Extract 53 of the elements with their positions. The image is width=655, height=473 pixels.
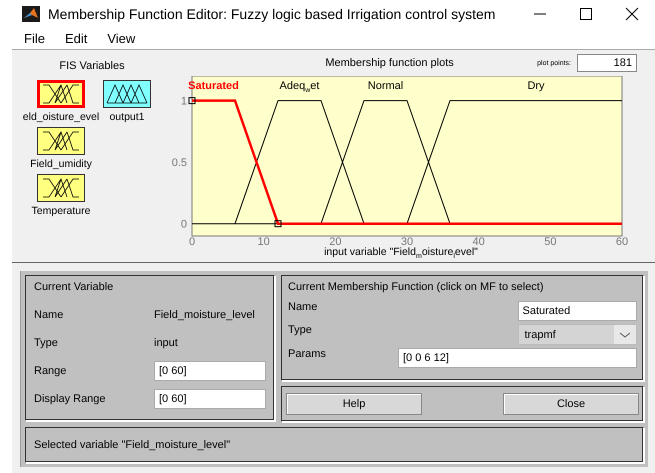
x-tick-label: 20 [329, 236, 342, 246]
dialog-button[interactable]: Close [503, 393, 639, 415]
x-tick-label: 50 [544, 236, 556, 246]
membership-function-label[interactable]: Dry [527, 80, 545, 92]
panel-title: Current Variable [34, 281, 114, 293]
membership-function-label[interactable]: Adeq$_{w}$et [280, 80, 320, 94]
input-variable-icon[interactable] [37, 80, 85, 108]
plot-points-field[interactable]: 181 [577, 54, 637, 72]
menu-item[interactable]: Edit [64, 28, 88, 48]
y-tick-label: 0 [180, 218, 187, 231]
type-dropdown[interactable]: trapmf [518, 324, 637, 345]
field-label: Params [288, 348, 327, 362]
x-tick-label: 60 [616, 236, 628, 246]
input-variable-icon[interactable] [36, 127, 85, 155]
membership-function-label[interactable]: Saturated [188, 80, 239, 92]
variable-label: output1 [109, 111, 145, 123]
membership-function-label[interactable]: Normal [368, 80, 404, 92]
membership-curve[interactable] [320, 100, 450, 224]
x-tick-label: 30 [400, 236, 414, 246]
x-tick-label: 0 [188, 236, 196, 246]
range-field[interactable]: [0 60] [154, 389, 266, 409]
field-label: Type [288, 324, 313, 338]
y-tick-label: 1 [180, 96, 187, 108]
field-label: Type [34, 336, 59, 351]
field-value: Field_moisture_level [154, 309, 255, 321]
window-title: Membership Function Editor: Fuzzy logic based Irrigation control system [48, 6, 496, 22]
membership-curve[interactable] [234, 100, 364, 224]
field-label: Name [34, 308, 64, 323]
chevron-down-icon[interactable] [614, 325, 636, 344]
y-tick-label: 0.5 [172, 157, 187, 170]
params-field[interactable]: [0 0 6 12] [398, 348, 637, 368]
range-field[interactable]: [0 60] [154, 361, 266, 381]
status-message: Selected variable "Field_moisture_level" [34, 439, 230, 451]
field-label: Display Range [34, 392, 107, 407]
variable-label: Field_umidity [30, 158, 92, 170]
plot-title: Membership function plots [324, 57, 455, 69]
output-variable-icon[interactable] [103, 80, 151, 108]
panel-title: Current Membership Function (click on MF to select) [288, 281, 545, 293]
x-axis-label: input variable "Field$_{m}$oisture$_{l}$evel" [324, 246, 478, 260]
variable-label: eld_oisture_evel [22, 111, 100, 123]
x-tick-label: 40 [472, 236, 485, 246]
menu-item[interactable]: View [107, 28, 136, 48]
dialog-button[interactable]: Help [286, 393, 422, 415]
name-field[interactable]: Saturated [518, 301, 637, 321]
variable-label: Temperature [32, 205, 90, 217]
field-label: Name [288, 301, 318, 315]
panel-title: FIS Variables [59, 60, 125, 72]
field-value: input [154, 337, 178, 349]
input-variable-icon[interactable] [36, 174, 85, 202]
menu-item[interactable]: File [24, 28, 45, 48]
x-tick-label: 10 [258, 236, 270, 246]
field-label: Range [34, 364, 68, 379]
app-logo-icon [22, 6, 40, 22]
